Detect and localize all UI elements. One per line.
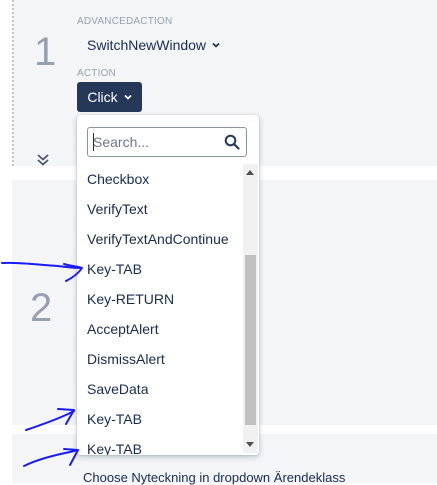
- chevron-down-icon: [124, 94, 132, 100]
- scrollbar[interactable]: [243, 164, 258, 453]
- option-item[interactable]: Key-TAB: [77, 434, 243, 455]
- option-item[interactable]: Checkbox: [77, 164, 243, 194]
- option-list: Checkbox VerifyText VerifyTextAndContinu…: [77, 164, 243, 455]
- advanced-action-label: ADVANCEDACTION: [77, 16, 173, 27]
- option-item[interactable]: Key-RETURN: [77, 284, 243, 314]
- action-value: Click: [87, 89, 118, 105]
- search-field[interactable]: [87, 127, 247, 157]
- option-item[interactable]: Key-TAB: [77, 404, 243, 434]
- search-input[interactable]: [93, 132, 221, 152]
- advanced-action-value: SwitchNewWindow: [87, 37, 207, 53]
- action-select-button[interactable]: Click: [77, 82, 142, 112]
- option-item[interactable]: SaveData: [77, 374, 243, 404]
- option-item[interactable]: DismissAlert: [77, 344, 243, 374]
- double-chevron-down-icon[interactable]: [36, 153, 50, 167]
- option-item[interactable]: VerifyText: [77, 194, 243, 224]
- action-label: ACTION: [77, 68, 116, 79]
- search-icon: [224, 134, 240, 150]
- step-number: 2: [30, 286, 53, 330]
- chevron-down-icon: [212, 42, 220, 48]
- step-drag-rail: [12, 0, 14, 166]
- step-number: 1: [34, 30, 57, 74]
- action-dropdown-menu: Checkbox VerifyText VerifyTextAndContinu…: [77, 115, 259, 455]
- option-item[interactable]: VerifyTextAndContinue: [77, 224, 243, 254]
- option-item[interactable]: Key-TAB: [77, 254, 243, 284]
- advanced-action-select[interactable]: SwitchNewWindow: [87, 37, 220, 53]
- scroll-up-arrow-icon[interactable]: [246, 170, 254, 175]
- option-item[interactable]: AcceptAlert: [77, 314, 243, 344]
- scroll-down-arrow-icon[interactable]: [246, 442, 254, 447]
- text-caret: [93, 133, 94, 151]
- scroll-thumb[interactable]: [245, 255, 256, 425]
